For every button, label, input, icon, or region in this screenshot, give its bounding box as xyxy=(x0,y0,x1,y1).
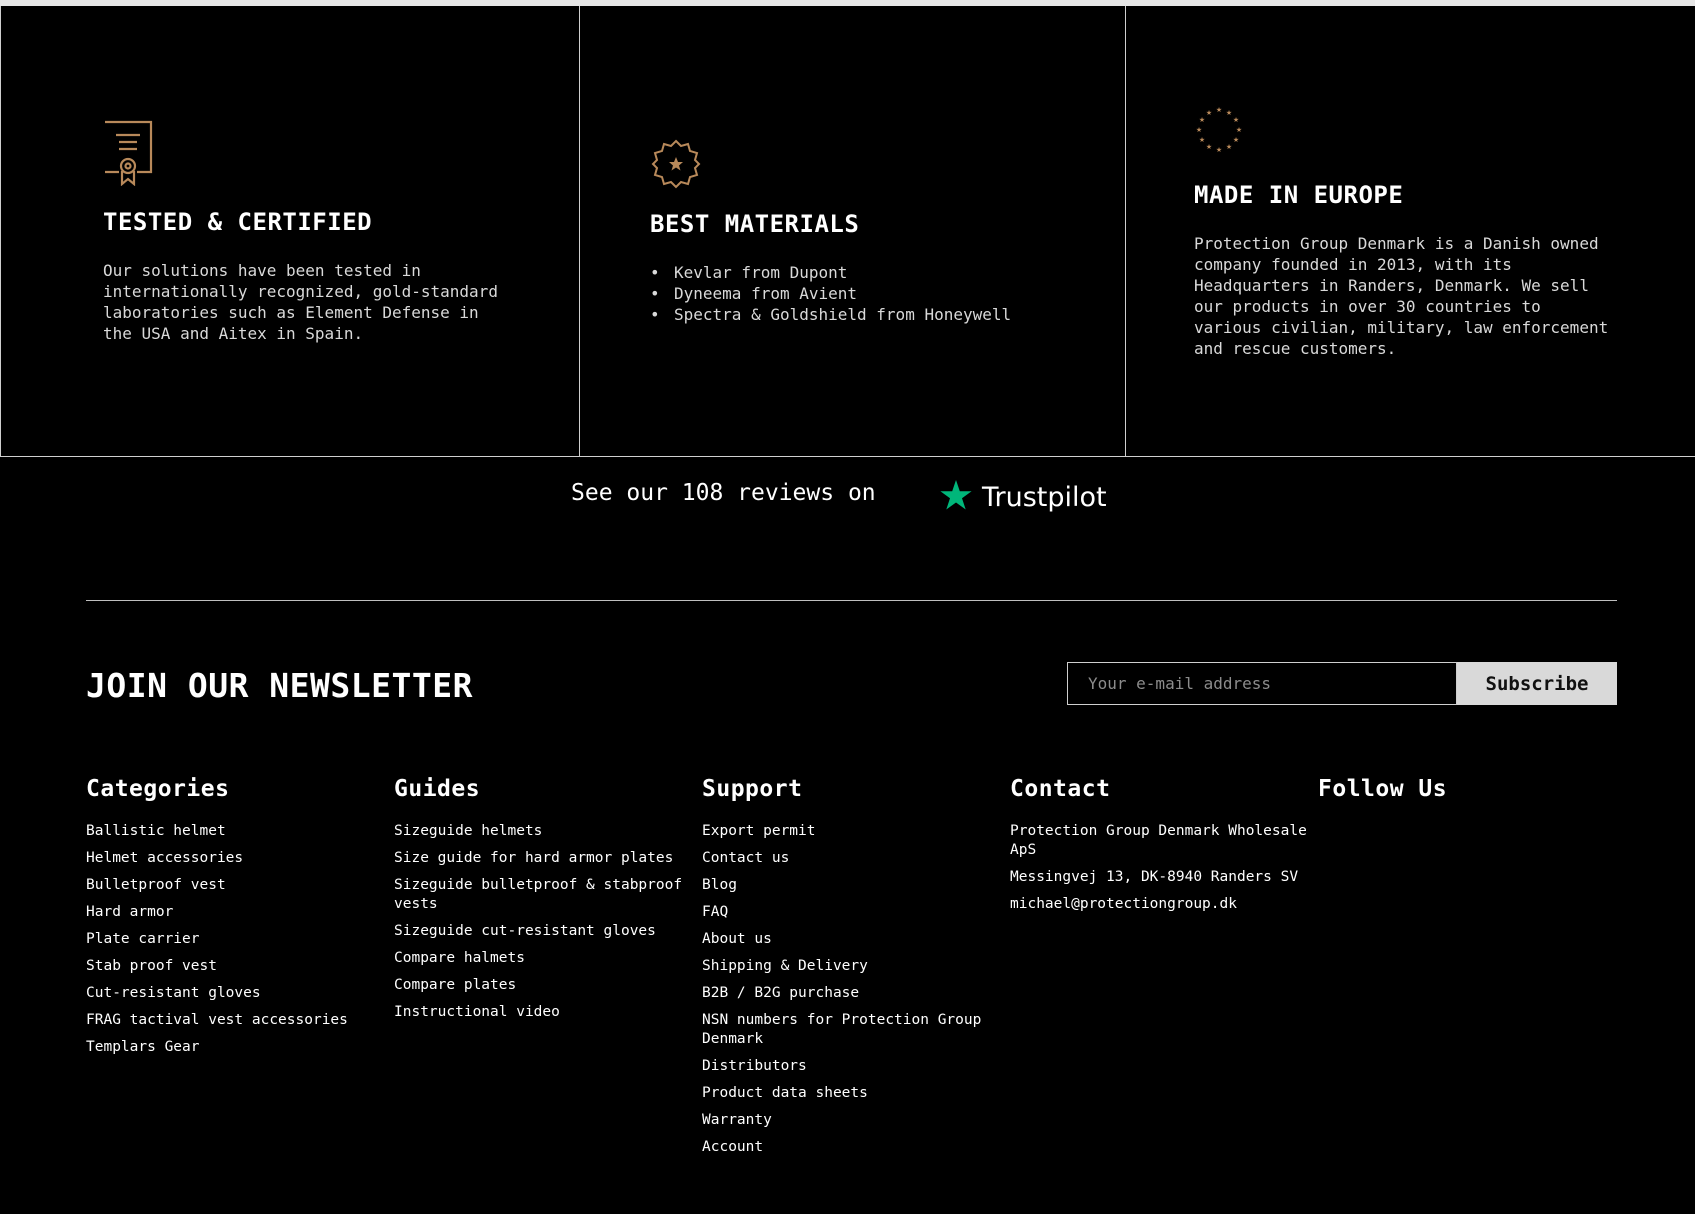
svg-text:★: ★ xyxy=(1199,116,1205,124)
footer-link[interactable]: Instructional video xyxy=(394,1004,560,1020)
footer-link[interactable]: Compare halmets xyxy=(394,950,525,966)
footer-link[interactable]: Warranty xyxy=(702,1112,772,1128)
column-title: Contact xyxy=(1010,776,1111,802)
svg-text:★: ★ xyxy=(1216,106,1222,114)
footer-link[interactable]: Shipping & Delivery xyxy=(702,958,868,974)
footer-link[interactable]: Export permit xyxy=(702,823,816,839)
star-badge-icon xyxy=(651,139,701,193)
footer-link[interactable]: Stab proof vest xyxy=(86,958,217,974)
footer-col-guides: Guides Sizeguide helmets Size guide for … xyxy=(394,776,694,1030)
feature-made-in-europe: ★ ★ ★ ★ ★ ★ ★ ★ ★ ★ ★ ★ MADE IN EUROPE P… xyxy=(1125,6,1695,456)
materials-list: Kevlar from Dupont Dyneema from Avient S… xyxy=(650,262,1110,325)
footer-link[interactable]: Sizeguide bulletproof & stabproof vests xyxy=(394,877,682,912)
footer-link[interactable]: Sizeguide helmets xyxy=(394,823,542,839)
footer-link[interactable]: Compare plates xyxy=(394,977,516,993)
column-title: Support xyxy=(702,776,803,802)
list-item: Kevlar from Dupont xyxy=(650,262,1110,283)
feature-description: Protection Group Denmark is a Danish own… xyxy=(1194,234,1609,358)
contact-address: Messingvej 13, DK-8940 Randers SV xyxy=(1010,869,1299,885)
svg-text:★: ★ xyxy=(1206,143,1212,151)
newsletter-title: JOIN OUR NEWSLETTER xyxy=(86,666,473,705)
svg-text:★: ★ xyxy=(1199,136,1205,144)
footer-col-contact: Contact Protection Group Denmark Wholesa… xyxy=(1010,776,1310,922)
column-title: Guides xyxy=(394,776,481,802)
list-item: Dyneema from Avient xyxy=(650,283,1110,304)
contact-email-link[interactable]: michael@protectiongroup.dk xyxy=(1010,896,1237,912)
footer-col-follow: Follow Us xyxy=(1318,776,1618,822)
footer-link[interactable]: Hard armor xyxy=(86,904,173,920)
footer-link[interactable]: Distributors xyxy=(702,1058,807,1074)
feature-description: Our solutions have been tested in intern… xyxy=(103,261,498,343)
footer-link[interactable]: FRAG tactival vest accessories xyxy=(86,1012,348,1028)
footer-link[interactable]: About us xyxy=(702,931,772,947)
footer-link[interactable]: Size guide for hard armor plates xyxy=(394,850,673,866)
footer-link[interactable]: Blog xyxy=(702,877,737,893)
svg-text:★: ★ xyxy=(1206,109,1212,117)
footer-link[interactable]: FAQ xyxy=(702,904,728,920)
svg-text:★: ★ xyxy=(1216,146,1222,154)
footer-link[interactable]: Templars Gear xyxy=(86,1039,200,1055)
footer-link[interactable]: B2B / B2G purchase xyxy=(702,985,859,1001)
footer-link[interactable]: Product data sheets xyxy=(702,1085,868,1101)
certificate-icon xyxy=(103,120,153,190)
features-row: TESTED & CERTIFIED Our solutions have be… xyxy=(0,6,1695,457)
footer-link[interactable]: Bulletproof vest xyxy=(86,877,226,893)
eu-stars-icon: ★ ★ ★ ★ ★ ★ ★ ★ ★ ★ ★ ★ xyxy=(1194,106,1244,160)
footer-link[interactable]: Helmet accessories xyxy=(86,850,243,866)
svg-text:★: ★ xyxy=(1236,126,1242,134)
trustpilot-link[interactable]: Trustpilot xyxy=(940,480,1107,514)
newsletter-form: Subscribe xyxy=(1067,662,1617,705)
feature-title: BEST MATERIALS xyxy=(650,210,860,238)
svg-text:★: ★ xyxy=(1226,143,1232,151)
feature-tested-certified: TESTED & CERTIFIED Our solutions have be… xyxy=(0,6,579,456)
svg-text:★: ★ xyxy=(1233,136,1239,144)
svg-text:★: ★ xyxy=(1233,116,1239,124)
feature-title: TESTED & CERTIFIED xyxy=(103,208,373,236)
email-input[interactable] xyxy=(1067,662,1457,705)
footer-link[interactable]: Contact us xyxy=(702,850,789,866)
footer-col-categories: Categories Ballistic helmet Helmet acces… xyxy=(86,776,386,1065)
list-item: Spectra & Goldshield from Honeywell xyxy=(650,304,1110,325)
footer-link[interactable]: Cut-resistant gloves xyxy=(86,985,261,1001)
footer-link[interactable]: Sizeguide cut-resistant gloves xyxy=(394,923,656,939)
svg-text:★: ★ xyxy=(1196,126,1202,134)
trustpilot-bar: See our 108 reviews on Trustpilot xyxy=(0,480,1695,520)
footer-col-support: Support Export permit Contact us Blog FA… xyxy=(702,776,1002,1165)
column-title: Follow Us xyxy=(1318,776,1448,802)
section-divider xyxy=(86,600,1617,601)
footer-link[interactable]: Account xyxy=(702,1139,763,1155)
feature-title: MADE IN EUROPE xyxy=(1194,181,1404,209)
svg-text:★: ★ xyxy=(1226,109,1232,117)
feature-best-materials: BEST MATERIALS Kevlar from Dupont Dyneem… xyxy=(579,6,1125,456)
footer-link[interactable]: NSN numbers for Protection Group Denmark xyxy=(702,1012,981,1047)
reviews-text: See our 108 reviews on xyxy=(571,480,876,506)
subscribe-button[interactable]: Subscribe xyxy=(1457,662,1617,705)
footer-link[interactable]: Ballistic helmet xyxy=(86,823,226,839)
column-title: Categories xyxy=(86,776,230,802)
contact-company: Protection Group Denmark Wholesale ApS xyxy=(1010,823,1307,858)
footer-link[interactable]: Plate carrier xyxy=(86,931,200,947)
trustpilot-star-icon xyxy=(940,480,972,514)
trustpilot-label: Trustpilot xyxy=(982,481,1107,513)
